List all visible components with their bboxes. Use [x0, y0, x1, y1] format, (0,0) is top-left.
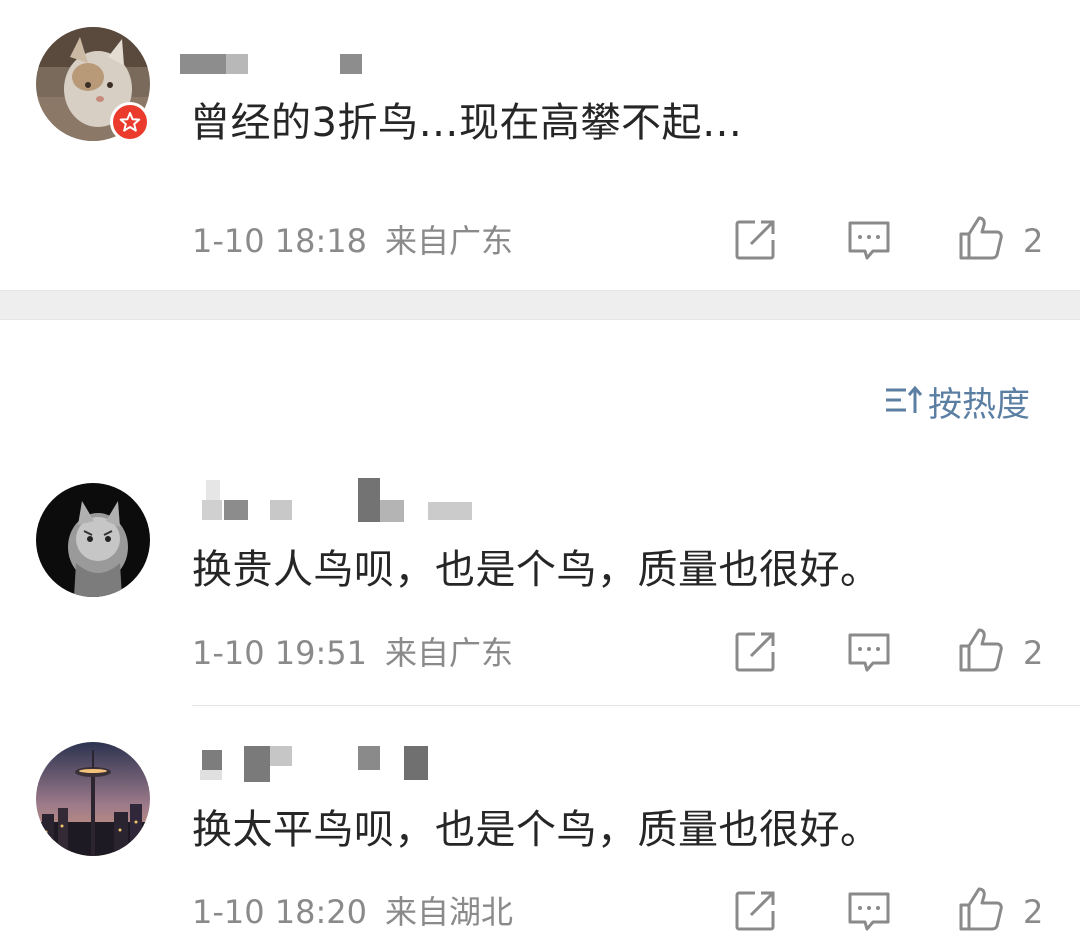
comment-date: 1-10 18:18	[192, 222, 368, 260]
avatar[interactable]	[36, 742, 150, 856]
comment-text: 曾经的3折鸟…现在高攀不起…	[190, 100, 743, 146]
thumbs-up-icon[interactable]	[957, 626, 1005, 674]
username-redacted[interactable]	[196, 740, 436, 782]
reply-icon[interactable]	[845, 628, 893, 676]
share-icon[interactable]	[731, 216, 779, 264]
username-redacted[interactable]	[196, 478, 486, 522]
sort-icon	[886, 385, 923, 413]
verified-star-icon	[110, 102, 150, 142]
reply-icon[interactable]	[845, 216, 893, 264]
avatar[interactable]	[36, 483, 150, 597]
comment-date: 1-10 19:51	[192, 634, 368, 672]
username-redacted[interactable]	[180, 50, 370, 90]
comment-location: 来自湖北	[385, 893, 514, 931]
thumbs-up-icon[interactable]	[957, 885, 1005, 933]
like-count: 2	[1023, 893, 1044, 931]
comment-text: 换太平鸟呗，也是个鸟，质量也很好。	[192, 807, 881, 853]
comment-location: 来自广东	[385, 222, 514, 260]
share-icon[interactable]	[731, 887, 779, 935]
comment-divider	[192, 705, 1080, 706]
sort-label: 按热度	[928, 384, 1030, 425]
sort-by-hot-toggle[interactable]: 按热度	[884, 378, 1030, 425]
comment-card-1: 曾经的3折鸟…现在高攀不起… 1-10 18:18 来自广东 2	[0, 0, 1080, 290]
thumbs-up-icon[interactable]	[957, 214, 1005, 262]
like-count: 2	[1023, 634, 1044, 672]
comment-meta: 1-10 18:18 来自广东	[192, 221, 531, 261]
share-icon[interactable]	[731, 628, 779, 676]
comment-date: 1-10 18:20	[192, 893, 368, 931]
comment-location: 来自广东	[385, 634, 514, 672]
like-count: 2	[1023, 222, 1044, 260]
comment-text: 换贵人鸟呗，也是个鸟，质量也很好。	[192, 547, 881, 593]
reply-icon[interactable]	[845, 887, 893, 935]
comment-meta: 1-10 18:20 来自湖北	[192, 892, 531, 932]
comment-meta: 1-10 19:51 来自广东	[192, 633, 531, 673]
section-divider	[0, 290, 1080, 320]
